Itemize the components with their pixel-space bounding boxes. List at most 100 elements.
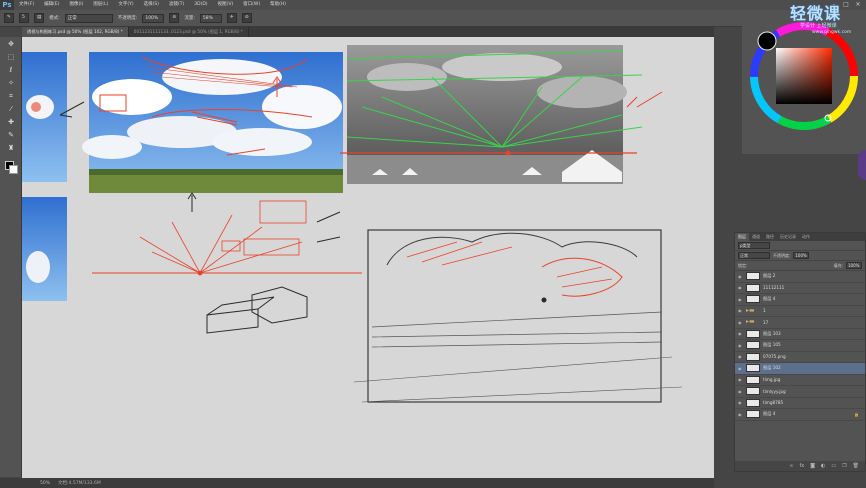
layer-kind-filter[interactable]: ρ类型 <box>738 242 770 249</box>
layer-thumbnail <box>746 398 760 407</box>
side-dock-toggle[interactable] <box>858 150 866 180</box>
layer-row[interactable]: ◉ 07075.png <box>735 352 865 363</box>
menu-layer[interactable]: 图层(L) <box>88 0 113 10</box>
layer-row[interactable]: ◉ ▸▬ 17 <box>735 317 865 329</box>
zoom-readout[interactable]: 50% <box>40 481 50 486</box>
box-sketch <box>206 286 308 334</box>
layer-name: 图层 4 <box>763 411 776 417</box>
visibility-eye-icon[interactable]: ◉ <box>738 297 743 302</box>
layer-row[interactable]: ◉ timg.jpg <box>735 375 865 386</box>
reference-photo-grey <box>340 45 663 184</box>
link-icon[interactable]: ∞ <box>789 463 793 469</box>
mode-select[interactable]: 正常 <box>64 13 113 23</box>
visibility-eye-icon[interactable]: ◉ <box>738 274 743 279</box>
brush-size-picker[interactable]: 5 <box>19 13 29 23</box>
visibility-eye-icon[interactable]: ◉ <box>738 389 743 394</box>
menu-edit[interactable]: 编辑(E) <box>39 0 64 10</box>
visibility-eye-icon[interactable]: ◉ <box>738 308 743 313</box>
folder-icon[interactable]: ▭ <box>831 463 836 469</box>
layer-name: timg8785 <box>763 400 784 406</box>
close-button[interactable]: ✕ <box>854 0 862 10</box>
layer-row[interactable]: ◉ timlyyy.jpg <box>735 386 865 398</box>
tab-layers[interactable]: 图层 <box>735 233 749 241</box>
menu-window[interactable]: 窗口(W) <box>238 0 265 10</box>
airbrush-icon[interactable]: ✈ <box>226 13 237 23</box>
layer-row[interactable]: ◉ 11112111 <box>735 283 865 294</box>
perspective-sketch <box>92 200 362 276</box>
flow-input[interactable]: 58% <box>199 13 222 23</box>
quick-select-tool-icon[interactable]: ✧ <box>3 77 19 89</box>
layer-row[interactable]: ◉ 图层 103 <box>735 329 865 340</box>
layer-opacity-input[interactable]: 100% <box>793 252 810 259</box>
tab-document-2[interactable]: 0011231111133..0123.psd @ 50% (图层 1, RGB… <box>129 27 249 37</box>
visibility-eye-icon[interactable]: ◉ <box>738 331 743 336</box>
layer-row[interactable]: ◉ 图层 2 <box>735 271 865 283</box>
eyedropper-tool-icon[interactable]: ⁄ <box>3 103 19 115</box>
visibility-eye-icon[interactable]: ◉ <box>738 412 743 417</box>
layer-name: 17 <box>763 319 769 325</box>
brush-tool-icon[interactable]: ✎ <box>3 129 19 141</box>
menu-file[interactable]: 文件(F) <box>14 0 39 10</box>
menu-image[interactable]: 图像(I) <box>64 0 88 10</box>
stamp-tool-icon[interactable]: ♜ <box>3 142 19 154</box>
layer-row[interactable]: ◉ 图层 4 🔒 <box>735 409 865 421</box>
visibility-eye-icon[interactable]: ◉ <box>738 354 743 359</box>
menu-filter[interactable]: 滤镜(T) <box>164 0 189 10</box>
color-wheel-panel[interactable] <box>742 14 866 154</box>
tab-channels[interactable]: 通道 <box>749 233 763 241</box>
layer-name: 07075.png <box>763 354 786 360</box>
tab-history[interactable]: 历史记录 <box>777 233 799 241</box>
layer-row[interactable]: ◉ 图层 4 <box>735 294 865 306</box>
layer-row[interactable]: ◉ 图层 102 <box>735 363 865 375</box>
opacity-input[interactable]: 100% <box>142 13 165 23</box>
layer-name: 图层 103 <box>763 330 781 336</box>
menu-view[interactable]: 视图(V) <box>213 0 239 10</box>
reference-photo-color <box>82 52 343 193</box>
tab-actions[interactable]: 动作 <box>799 233 813 241</box>
mask-icon[interactable]: ◙ <box>810 463 815 469</box>
lasso-tool-icon[interactable]: ℓ <box>3 64 19 76</box>
menu-3d[interactable]: 3D(D) <box>189 0 212 10</box>
move-tool-icon[interactable]: ✥ <box>3 38 19 50</box>
layer-thumbnail <box>746 295 760 304</box>
menu-help[interactable]: 帮助(H) <box>265 0 291 10</box>
marquee-tool-icon[interactable]: ⬚ <box>3 51 19 63</box>
blend-mode-select[interactable]: 正常 <box>738 252 770 259</box>
maximize-button[interactable]: □ <box>842 0 850 10</box>
layer-row[interactable]: ◉ 图层 105 <box>735 340 865 352</box>
menu-type[interactable]: 文字(Y) <box>113 0 138 10</box>
layer-thumbnail <box>746 410 760 419</box>
document-canvas[interactable] <box>22 37 714 478</box>
healing-tool-icon[interactable]: ✚ <box>3 116 19 128</box>
layers-panel: 图层 通道 路径 历史记录 动作 ρ类型 正常 不透明度: 100% 锁定: 填… <box>734 232 866 472</box>
visibility-eye-icon[interactable]: ◉ <box>738 320 743 325</box>
pressure-size-icon[interactable]: ⊘ <box>241 13 252 23</box>
layer-thumbnail <box>746 341 760 350</box>
crop-tool-icon[interactable]: ⌗ <box>3 90 19 102</box>
menu-select[interactable]: 选择(S) <box>139 0 164 10</box>
layer-name: 图层 4 <box>763 296 776 302</box>
trash-icon[interactable]: 🗑 <box>853 463 859 469</box>
visibility-eye-icon[interactable]: ◉ <box>738 343 743 348</box>
layer-fill-input[interactable]: 100% <box>846 262 862 269</box>
watermark-url: www.qingwk.com <box>812 30 852 35</box>
layer-thumbnail <box>746 375 760 384</box>
tab-paths[interactable]: 路径 <box>763 233 777 241</box>
tab-document-1[interactable]: 透视与构图练习.psd @ 50% (图层 102, RGB/8) * <box>22 27 129 37</box>
brush-panel-icon[interactable]: ▤ <box>34 13 45 23</box>
new-layer-icon[interactable]: ❐ <box>842 463 846 469</box>
visibility-eye-icon[interactable]: ◉ <box>738 400 743 405</box>
visibility-eye-icon[interactable]: ◉ <box>738 285 743 290</box>
visibility-eye-icon[interactable]: ◉ <box>738 377 743 382</box>
pressure-opacity-icon[interactable]: ⊘ <box>169 13 180 23</box>
layer-row[interactable]: ◉ ▸▬ 1 <box>735 306 865 317</box>
visibility-eye-icon[interactable]: ◉ <box>738 366 743 371</box>
layer-thumbnail <box>746 352 760 361</box>
adjustment-icon[interactable]: ◐ <box>821 463 825 469</box>
brush-tool-icon[interactable]: ✎ <box>4 13 14 23</box>
background-color-swatch[interactable] <box>9 165 18 174</box>
layer-row[interactable]: ◉ timg8785 <box>735 398 865 409</box>
landscape-sketch-frame <box>353 229 683 403</box>
fx-icon[interactable]: fx <box>799 463 804 469</box>
color-wheel[interactable] <box>742 14 866 154</box>
